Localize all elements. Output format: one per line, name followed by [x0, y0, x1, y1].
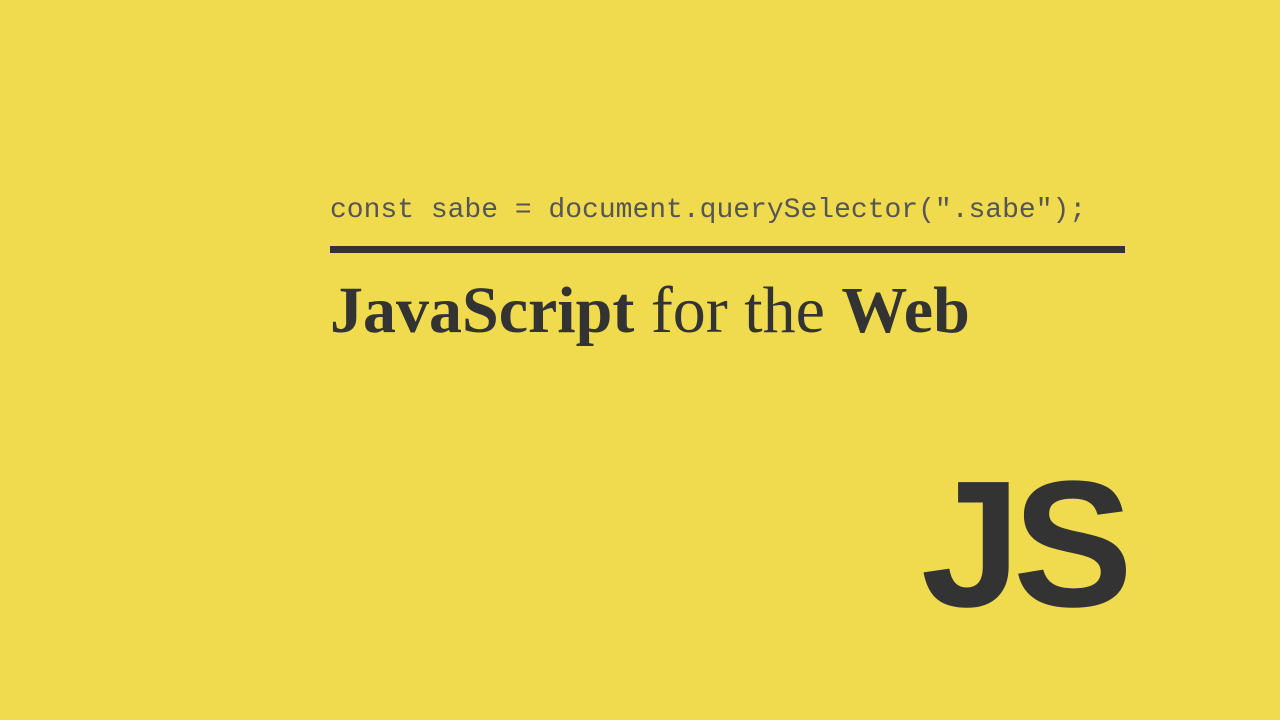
banner-content: const sabe = document.querySelector(".sa… — [330, 195, 1125, 344]
js-logo: JS — [921, 455, 1125, 635]
main-heading: JavaScript for the Web — [330, 278, 1125, 344]
divider-line — [330, 246, 1125, 253]
code-snippet: const sabe = document.querySelector(".sa… — [330, 195, 1125, 226]
heading-word-web: Web — [841, 274, 969, 347]
heading-word-forthe: for the — [651, 274, 825, 347]
heading-word-javascript: JavaScript — [330, 274, 634, 347]
